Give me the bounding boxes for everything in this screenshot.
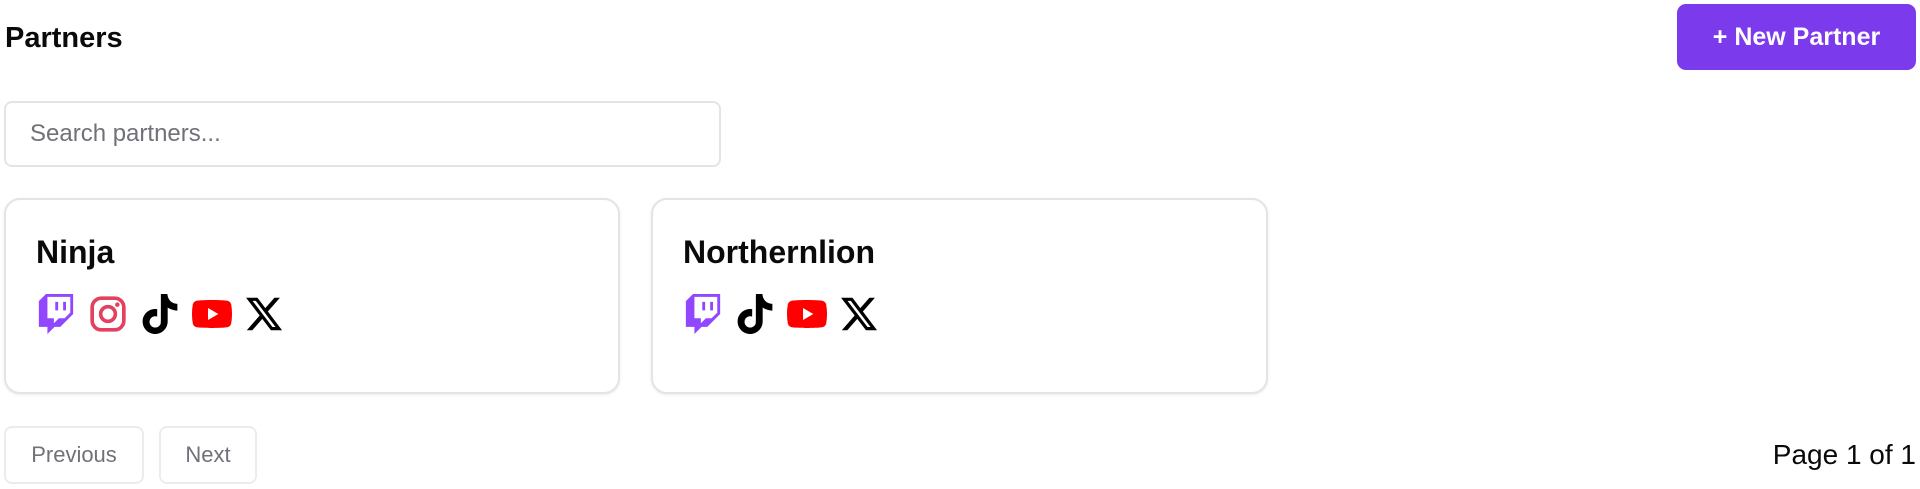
x-icon[interactable]	[839, 294, 879, 334]
youtube-icon[interactable]	[192, 294, 232, 334]
previous-button[interactable]: Previous	[4, 426, 144, 484]
partner-card[interactable]: Northernlion	[651, 198, 1268, 394]
youtube-icon[interactable]	[787, 294, 827, 334]
new-partner-button[interactable]: + New Partner	[1677, 4, 1916, 70]
platform-icons	[36, 294, 296, 334]
next-button[interactable]: Next	[159, 426, 257, 484]
twitch-icon[interactable]	[36, 294, 76, 334]
instagram-icon[interactable]	[88, 294, 128, 334]
page-indicator: Page 1 of 1	[1772, 439, 1916, 470]
partner-card[interactable]: Ninja	[4, 198, 620, 394]
x-icon[interactable]	[244, 294, 284, 334]
platform-icons	[683, 294, 891, 334]
partner-name: Ninja	[36, 234, 115, 270]
page-title: Partners	[5, 22, 123, 54]
tiktok-icon[interactable]	[140, 294, 180, 334]
tiktok-icon[interactable]	[735, 294, 775, 334]
partner-name: Northernlion	[683, 234, 875, 270]
search-input[interactable]	[4, 101, 721, 167]
twitch-icon[interactable]	[683, 294, 723, 334]
